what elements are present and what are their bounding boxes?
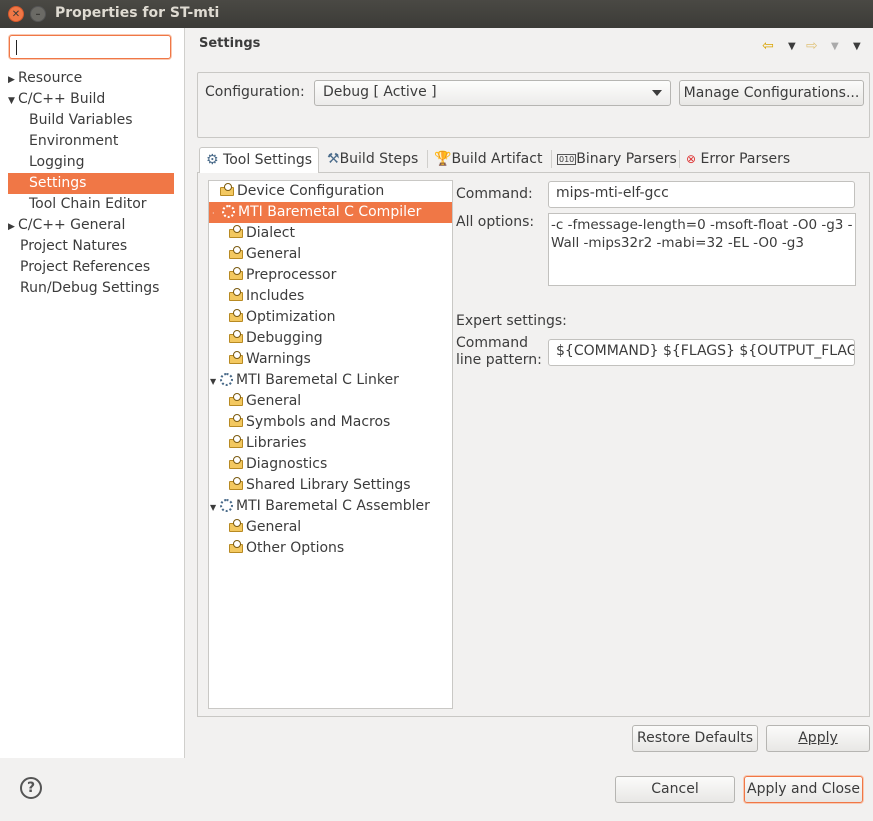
- page-title: Settings: [199, 36, 261, 51]
- nav-item-environment[interactable]: Environment: [8, 131, 174, 152]
- collapse-arrow-icon[interactable]: ▼: [210, 371, 220, 392]
- tree-item-device-configuration[interactable]: Device Configuration: [220, 181, 384, 202]
- dropdown-arrow-icon: [652, 90, 662, 96]
- nav-item-logging[interactable]: Logging: [8, 152, 174, 173]
- error-icon: ⊗: [686, 152, 697, 166]
- folder-options-icon: [229, 267, 243, 280]
- tree-item-mti-c-linker[interactable]: ▼ MTI Baremetal C Linker: [210, 370, 399, 391]
- folder-options-icon: [229, 288, 243, 301]
- folder-options-icon: [229, 225, 243, 238]
- folder-options-icon: [229, 246, 243, 259]
- tab-build-steps[interactable]: ⚒Build Steps: [321, 147, 424, 173]
- build-steps-icon: ⚒: [327, 151, 340, 167]
- collapse-arrow-icon[interactable]: ▼: [8, 91, 18, 112]
- command-line-pattern-input[interactable]: ${COMMAND} ${FLAGS} ${OUTPUT_FLAG} ${: [548, 339, 855, 366]
- command-line-pattern-label-line1: Command: [456, 335, 528, 351]
- apply-and-close-button[interactable]: Apply and Close: [744, 776, 863, 803]
- tree-item-assembler-general[interactable]: General: [229, 517, 301, 538]
- close-window-button[interactable]: ✕: [8, 6, 24, 22]
- restore-defaults-button[interactable]: Restore Defaults: [632, 725, 758, 752]
- collapse-arrow-icon[interactable]: ·: [212, 203, 222, 224]
- all-options-label: All options:: [456, 214, 535, 230]
- command-line-pattern-label-line2: line pattern:: [456, 352, 542, 368]
- view-menu-icon[interactable]: ▼: [853, 41, 861, 52]
- tab-build-artifact[interactable]: 🏆Build Artifact: [428, 147, 548, 173]
- tree-item-shared-library-settings[interactable]: Shared Library Settings: [229, 475, 411, 496]
- collapse-arrow-icon[interactable]: ▼: [210, 497, 220, 518]
- folder-options-icon: [229, 351, 243, 364]
- configuration-label: Configuration:: [205, 84, 305, 100]
- back-menu-dropdown-icon[interactable]: ▼: [788, 41, 796, 52]
- tree-item-symbols-and-macros[interactable]: Symbols and Macros: [229, 412, 390, 433]
- tree-item-linker-general[interactable]: General: [229, 391, 301, 412]
- tool-settings-icon: ⚙: [206, 152, 219, 168]
- tree-item-other-options[interactable]: Other Options: [229, 538, 344, 559]
- text-caret: [16, 40, 17, 55]
- back-arrow-icon[interactable]: ⇦: [762, 38, 774, 54]
- folder-options-icon: [220, 183, 234, 196]
- tree-item-libraries[interactable]: Libraries: [229, 433, 306, 454]
- tree-item-includes[interactable]: Includes: [229, 286, 304, 307]
- tree-item-warnings[interactable]: Warnings: [229, 349, 311, 370]
- tab-tool-settings[interactable]: ⚙ Tool Settings: [199, 147, 319, 173]
- folder-options-icon: [229, 330, 243, 343]
- minimize-window-button[interactable]: –: [30, 6, 46, 22]
- folder-options-icon: [229, 456, 243, 469]
- nav-item-resource[interactable]: ▶ Resource: [8, 68, 174, 89]
- nav-item-run-debug-settings[interactable]: Run/Debug Settings: [8, 278, 174, 299]
- folder-options-icon: [229, 477, 243, 490]
- trophy-icon: 🏆: [434, 151, 452, 167]
- folder-options-icon: [229, 519, 243, 532]
- tab-binary-parsers[interactable]: 010 Binary Parsers: [551, 147, 683, 173]
- nav-item-project-natures[interactable]: Project Natures: [8, 236, 174, 257]
- tree-item-optimization[interactable]: Optimization: [229, 307, 336, 328]
- gear-icon: [222, 205, 235, 218]
- cancel-button[interactable]: Cancel: [615, 776, 735, 803]
- folder-options-icon: [229, 540, 243, 553]
- folder-options-icon: [229, 309, 243, 322]
- apply-button[interactable]: Apply: [766, 725, 870, 752]
- folder-options-icon: [229, 414, 243, 427]
- tree-item-debugging[interactable]: Debugging: [229, 328, 323, 349]
- command-label: Command:: [456, 186, 533, 202]
- all-options-textarea[interactable]: -c -fmessage-length=0 -msoft-float -O0 -…: [548, 213, 856, 286]
- tree-item-mti-c-assembler[interactable]: ▼ MTI Baremetal C Assembler: [210, 496, 430, 517]
- tree-item-compiler-general[interactable]: General: [229, 244, 301, 265]
- expand-arrow-icon[interactable]: ▶: [8, 70, 18, 91]
- forward-menu-dropdown-icon[interactable]: ▼: [831, 41, 839, 52]
- nav-item-cpp-general[interactable]: ▶ C/C++ General: [8, 215, 174, 236]
- manage-configurations-button[interactable]: Manage Configurations...: [679, 80, 864, 106]
- gear-icon: [220, 373, 233, 386]
- folder-options-icon: [229, 393, 243, 406]
- nav-item-cpp-build[interactable]: ▼ C/C++ Build: [8, 89, 174, 110]
- folder-options-icon: [229, 435, 243, 448]
- nav-item-build-variables[interactable]: Build Variables: [8, 110, 174, 131]
- window-title: Properties for ST-mti: [55, 5, 220, 21]
- gear-icon: [220, 499, 233, 512]
- tree-item-dialect[interactable]: Dialect: [229, 223, 295, 244]
- nav-item-tool-chain-editor[interactable]: Tool Chain Editor: [8, 194, 174, 215]
- binary-icon: 010: [557, 154, 577, 165]
- help-icon[interactable]: ?: [20, 777, 42, 799]
- tab-error-parsers[interactable]: ⊗ Error Parsers: [680, 147, 796, 173]
- expert-settings-label: Expert settings:: [456, 313, 567, 329]
- configuration-select[interactable]: Debug [ Active ]: [314, 80, 671, 106]
- tree-item-mti-c-compiler[interactable]: · MTI Baremetal C Compiler: [209, 202, 452, 223]
- command-input[interactable]: mips-mti-elf-gcc: [548, 181, 855, 208]
- expand-arrow-icon[interactable]: ▶: [8, 217, 18, 238]
- tree-item-diagnostics[interactable]: Diagnostics: [229, 454, 327, 475]
- tree-item-preprocessor[interactable]: Preprocessor: [229, 265, 336, 286]
- forward-arrow-icon[interactable]: ⇨: [806, 38, 818, 54]
- nav-item-project-references[interactable]: Project References: [8, 257, 174, 278]
- nav-item-settings[interactable]: Settings: [8, 173, 174, 194]
- filter-input[interactable]: [9, 35, 171, 59]
